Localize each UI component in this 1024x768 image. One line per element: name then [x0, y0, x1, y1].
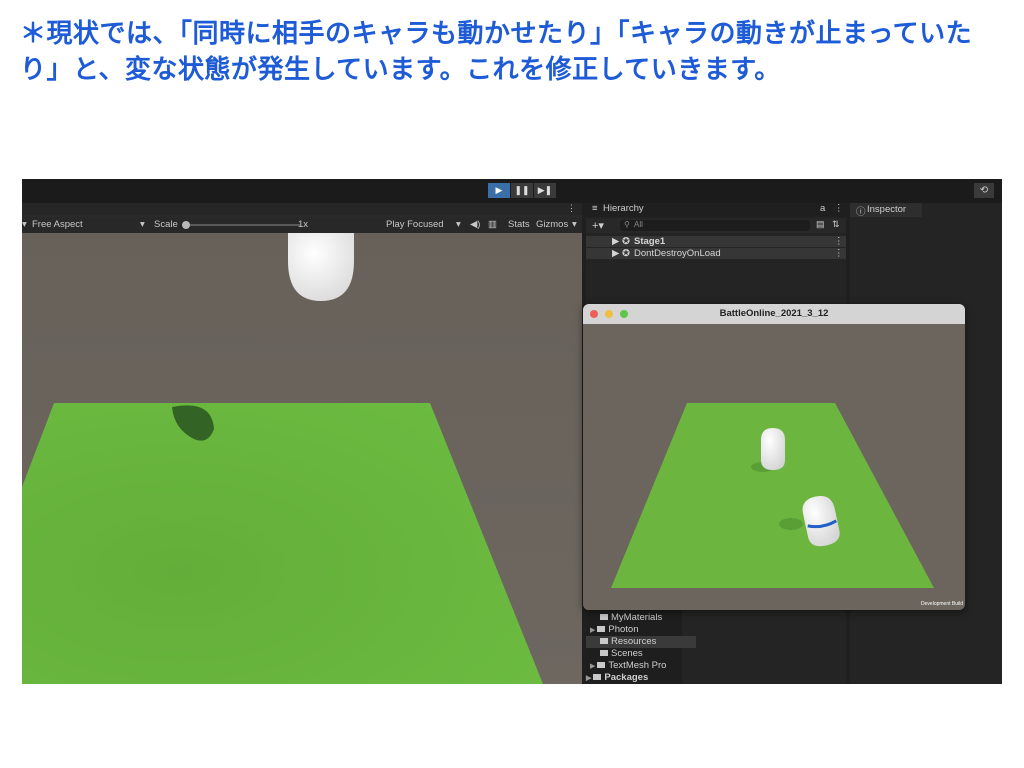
expand-icon[interactable]: ▶: [590, 663, 595, 670]
project-item-label: Packages: [604, 672, 649, 683]
unity-scene-icon: ✪: [622, 248, 630, 259]
development-build-label: Development Build: [921, 601, 963, 607]
folder-icon: [593, 674, 602, 681]
more-icon[interactable]: ⋮: [834, 203, 844, 217]
project-item-label: TextMesh Pro: [608, 660, 667, 671]
opponent-character: [761, 428, 785, 470]
project-item-label: MyMaterials: [611, 612, 663, 623]
folder-icon: [597, 626, 606, 633]
expand-icon[interactable]: ▶: [612, 236, 619, 247]
tab-inspector[interactable]: ⓘ Inspector: [850, 203, 922, 218]
project-item-label: Resources: [611, 636, 657, 647]
editor-toolbar: ▶ ❚❚ ▶❚ ⟲: [22, 179, 1002, 203]
hierarchy-search-bar: +▾ ⚲ All ▤ ⇅: [586, 219, 846, 233]
chevron-down-icon: ▾: [140, 219, 145, 230]
unity-editor-screenshot: ▶ ❚❚ ▶❚ ⟲ ⋮ ▾ Free Aspect ▾ Scale 1x Pla…: [22, 179, 1002, 684]
play-controls: ▶ ❚❚ ▶❚: [488, 183, 556, 198]
inspector-tab-label: Inspector: [867, 204, 907, 215]
step-button[interactable]: ▶❚: [534, 183, 556, 198]
build-window: BattleOnline_2021_3_12 Development Build: [583, 304, 965, 610]
project-item-mymaterials[interactable]: MyMaterials: [586, 612, 696, 624]
folder-icon: [597, 662, 606, 669]
slider-track-icon: [182, 221, 300, 229]
build-window-title: BattleOnline_2021_3_12: [719, 308, 829, 319]
stats-button[interactable]: Stats: [508, 219, 530, 230]
hierarchy-item-label: Stage1: [634, 236, 666, 247]
game-view: ⋮ ▾ Free Aspect ▾ Scale 1x Play Focused …: [22, 203, 582, 684]
chevron-down-icon: ▾: [22, 219, 27, 230]
play-button[interactable]: ▶: [488, 183, 510, 198]
scale-slider[interactable]: [182, 220, 302, 233]
aspect-dropdown[interactable]: Free Aspect: [32, 219, 83, 230]
build-window-titlebar: BattleOnline_2021_3_12: [583, 304, 965, 324]
list-icon: ≡: [592, 203, 598, 214]
project-item-scenes[interactable]: Scenes: [586, 648, 696, 660]
character-capsule: [288, 233, 354, 301]
caption-text: ＊現状では、「同時に相手のキャラも動かせたり」「キャラの動きが止まっていたり」と…: [20, 19, 973, 85]
gizmos-button[interactable]: Gizmos: [536, 219, 568, 230]
project-item-label: Scenes: [611, 648, 643, 659]
expand-icon[interactable]: ▶: [590, 627, 595, 634]
folder-icon: [600, 638, 608, 645]
scale-label: Scale: [154, 219, 178, 230]
unity-scene-icon: ✪: [622, 236, 630, 247]
build-game-scene: [583, 324, 965, 610]
more-icon[interactable]: ⋮: [834, 248, 844, 259]
audio-icon[interactable]: ◀): [470, 219, 480, 230]
project-item-resources[interactable]: Resources: [586, 636, 696, 648]
expand-icon[interactable]: ▶: [586, 675, 591, 682]
grid-icon[interactable]: ▥: [488, 219, 497, 230]
chevron-down-icon: ▾: [456, 219, 461, 230]
chevron-down-icon: ▾: [572, 219, 577, 230]
pause-button[interactable]: ❚❚: [511, 183, 533, 198]
tab-hierarchy[interactable]: Hierarchy: [603, 203, 644, 217]
scale-value: 1x: [298, 219, 309, 230]
project-item-textmesh-pro[interactable]: ▶ TextMesh Pro: [586, 660, 686, 672]
search-input[interactable]: ⚲ All: [620, 220, 810, 231]
project-item-photon[interactable]: ▶ Photon: [586, 624, 686, 636]
hierarchy-item-stage1[interactable]: ▶ ✪ Stage1 ⋮: [586, 236, 846, 247]
more-icon[interactable]: ⋮: [567, 203, 576, 214]
folder-icon: [600, 614, 608, 621]
character-shadow: [779, 518, 803, 530]
search-placeholder: All: [634, 220, 643, 229]
sort-icon[interactable]: ⇅: [832, 219, 840, 230]
game-scene: [22, 233, 582, 684]
lock-icon[interactable]: a: [820, 203, 825, 217]
hierarchy-tabbar: ≡ Hierarchy a ⋮: [586, 203, 846, 217]
more-icon[interactable]: ⋮: [834, 236, 844, 247]
add-icon[interactable]: +▾: [592, 219, 604, 232]
search-icon: ⚲: [624, 220, 630, 229]
game-view-options: ▾ Free Aspect ▾ Scale 1x Play Focused ▾ …: [22, 217, 582, 233]
project-item-label: Photon: [608, 624, 639, 635]
hierarchy-item-dontdestroyonload[interactable]: ▶ ✪ DontDestroyOnLoad ⋮: [586, 248, 846, 259]
hierarchy-item-label: DontDestroyOnLoad: [634, 248, 721, 259]
game-view-tabbar: ⋮: [22, 203, 582, 215]
project-item-packages[interactable]: ▶ Packages: [586, 672, 682, 684]
expand-icon[interactable]: ▶: [612, 248, 619, 259]
folder-icon: [600, 650, 608, 657]
filter-icon[interactable]: ▤: [816, 219, 825, 230]
project-panel: MyMaterials ▶ Photon Resources Scenes ▶ Te…: [586, 609, 696, 684]
history-button[interactable]: ⟲: [974, 183, 994, 198]
info-icon: ⓘ: [856, 207, 866, 218]
play-mode-dropdown[interactable]: Play Focused: [386, 219, 444, 230]
